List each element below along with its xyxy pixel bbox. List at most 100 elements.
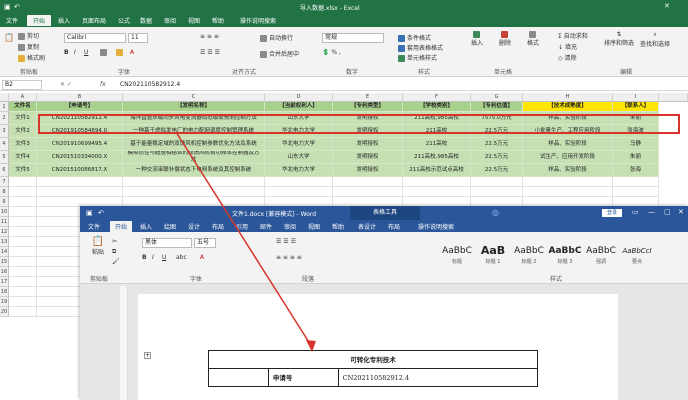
select-all-corner[interactable]: [0, 93, 9, 102]
data-cell[interactable]: 发明授权: [333, 164, 403, 177]
align-icon[interactable]: ≡ ≡ ≡ ≡: [276, 254, 302, 261]
underline-button[interactable]: U: [162, 254, 166, 261]
cut-button[interactable]: 剪切: [18, 31, 39, 40]
data-cell[interactable]: 发明授权: [333, 138, 403, 151]
save-icon[interactable]: ▣: [4, 3, 11, 11]
table-cell-value[interactable]: CN202110582912.4: [338, 369, 538, 387]
empty-cell[interactable]: [9, 227, 37, 237]
paste-icon[interactable]: 📋: [4, 33, 14, 42]
data-cell[interactable]: 22.5万元: [471, 164, 523, 177]
row-header[interactable]: 4: [0, 138, 9, 151]
data-cell[interactable]: 211高校: [403, 138, 471, 151]
style-heading-3[interactable]: AaBbC 标题 3: [548, 244, 582, 268]
row-header[interactable]: 14: [0, 247, 9, 257]
empty-cell[interactable]: [333, 187, 403, 197]
empty-cell[interactable]: [523, 177, 613, 187]
row-header[interactable]: 7: [0, 177, 9, 187]
empty-cell[interactable]: [123, 187, 265, 197]
style-heading-2[interactable]: AaBbC 标题 2: [512, 244, 546, 268]
cell-style-button[interactable]: 单元格样式: [398, 53, 437, 62]
table-cell-label[interactable]: 申请号: [268, 369, 339, 387]
style-key-point[interactable]: AaBbCcI 要点: [620, 244, 654, 268]
tab-review[interactable]: 审阅: [284, 222, 296, 231]
data-cell[interactable]: 基于能量稳定域的双馈风机控制参数优化方法及系统: [123, 138, 265, 151]
align-left-icon[interactable]: ☰ ☰ ☰: [200, 49, 220, 56]
close-icon[interactable]: ✕: [678, 208, 684, 216]
header-cell[interactable]: 【技术成熟度】: [523, 102, 613, 112]
data-cell[interactable]: 211高校,985高校: [403, 151, 471, 164]
italic-button[interactable]: I: [152, 254, 154, 261]
header-cell[interactable]: 【联系人】: [613, 102, 659, 112]
doc-title[interactable]: 可转化专利技术: [209, 351, 538, 369]
empty-cell[interactable]: [9, 237, 37, 247]
row-header[interactable]: 11: [0, 217, 9, 227]
row-header[interactable]: 8: [0, 187, 9, 197]
data-cell[interactable]: 华北电力大学: [265, 138, 333, 151]
data-cell[interactable]: 样品、实验阶段: [523, 164, 613, 177]
header-cell[interactable]: 文件名: [9, 102, 37, 112]
row-header[interactable]: 18: [0, 287, 9, 297]
tab-mailings[interactable]: 邮件: [260, 222, 272, 231]
wrap-text-button[interactable]: 自动换行: [260, 33, 293, 42]
empty-cell[interactable]: [9, 277, 37, 287]
tab-table-layout[interactable]: 布局: [388, 222, 400, 231]
close-icon[interactable]: ✕: [664, 2, 670, 10]
empty-cell[interactable]: [403, 187, 471, 197]
tab-formulas[interactable]: 公式: [118, 16, 130, 25]
tab-help[interactable]: 帮助: [212, 16, 224, 25]
empty-cell[interactable]: [9, 267, 37, 277]
sort-filter-button[interactable]: ⇅ 排序和筛选: [604, 31, 634, 47]
tab-insert[interactable]: 插入: [58, 16, 70, 25]
document-page[interactable]: + 可转化专利技术 申请号 CN202110582912.4: [138, 294, 618, 400]
minimize-icon[interactable]: —: [648, 208, 655, 216]
data-cell[interactable]: 模拟惯性与超速相结合的双馈风机有功频率控制器及方法: [123, 151, 265, 164]
ribbon-display-icon[interactable]: ▭: [632, 208, 639, 216]
header-cell[interactable]: 【发明名称】: [123, 102, 265, 112]
data-cell[interactable]: CN201510086817.X: [37, 164, 123, 177]
row-header[interactable]: 6: [0, 164, 9, 177]
tab-references[interactable]: 引用: [236, 222, 248, 231]
format-painter-icon[interactable]: 🖌: [112, 258, 120, 265]
empty-cell[interactable]: [9, 217, 37, 227]
font-size-select[interactable]: 11: [128, 33, 148, 43]
data-cell[interactable]: 山东大学: [265, 151, 333, 164]
style-heading-1[interactable]: AaB 标题 1: [476, 244, 510, 268]
tab-table-design[interactable]: 表设计: [358, 222, 376, 231]
header-cell[interactable]: 【专利估值】: [471, 102, 523, 112]
empty-cell[interactable]: [9, 187, 37, 197]
merge-center-button[interactable]: 合并后居中: [260, 49, 299, 58]
clear-button[interactable]: ◇ 清除: [558, 53, 577, 62]
tab-view[interactable]: 视图: [188, 16, 200, 25]
table-move-handle-icon[interactable]: +: [144, 352, 151, 359]
data-cell[interactable]: 华北电力大学: [265, 164, 333, 177]
row-header[interactable]: 10: [0, 207, 9, 217]
row-header[interactable]: 5: [0, 151, 9, 164]
column-header-g[interactable]: G: [471, 93, 523, 102]
row-header[interactable]: 16: [0, 267, 9, 277]
tab-view[interactable]: 视图: [308, 222, 320, 231]
italic-button[interactable]: I: [74, 49, 76, 56]
column-header-d[interactable]: D: [265, 93, 333, 102]
data-cell[interactable]: CN201510334000.X: [37, 151, 123, 164]
data-cell[interactable]: CN201910699495.4: [37, 138, 123, 151]
tab-page-layout[interactable]: 页面布局: [82, 16, 106, 25]
data-cell[interactable]: 文件4: [9, 151, 37, 164]
conditional-format-button[interactable]: 条件格式: [398, 33, 431, 42]
empty-cell[interactable]: [9, 287, 37, 297]
font-name-select[interactable]: Calibri: [64, 33, 126, 43]
tab-data[interactable]: 数据: [140, 16, 152, 25]
bold-button[interactable]: B: [64, 49, 69, 56]
row-header[interactable]: 13: [0, 237, 9, 247]
tab-help[interactable]: 帮助: [332, 222, 344, 231]
fx-icon[interactable]: fx: [100, 81, 106, 88]
find-select-button[interactable]: ⌕ 查找和选择: [640, 31, 670, 48]
empty-cell[interactable]: [613, 177, 659, 187]
header-cell[interactable]: 【当前权利人】: [265, 102, 333, 112]
data-cell[interactable]: 22.5万元: [471, 138, 523, 151]
data-cell[interactable]: 试生产、应用开发阶段: [523, 151, 613, 164]
empty-cell[interactable]: [471, 187, 523, 197]
column-header-c[interactable]: C: [123, 93, 265, 102]
empty-cell[interactable]: [265, 177, 333, 187]
tab-home[interactable]: 开始: [110, 221, 133, 232]
bold-button[interactable]: B: [142, 254, 147, 261]
